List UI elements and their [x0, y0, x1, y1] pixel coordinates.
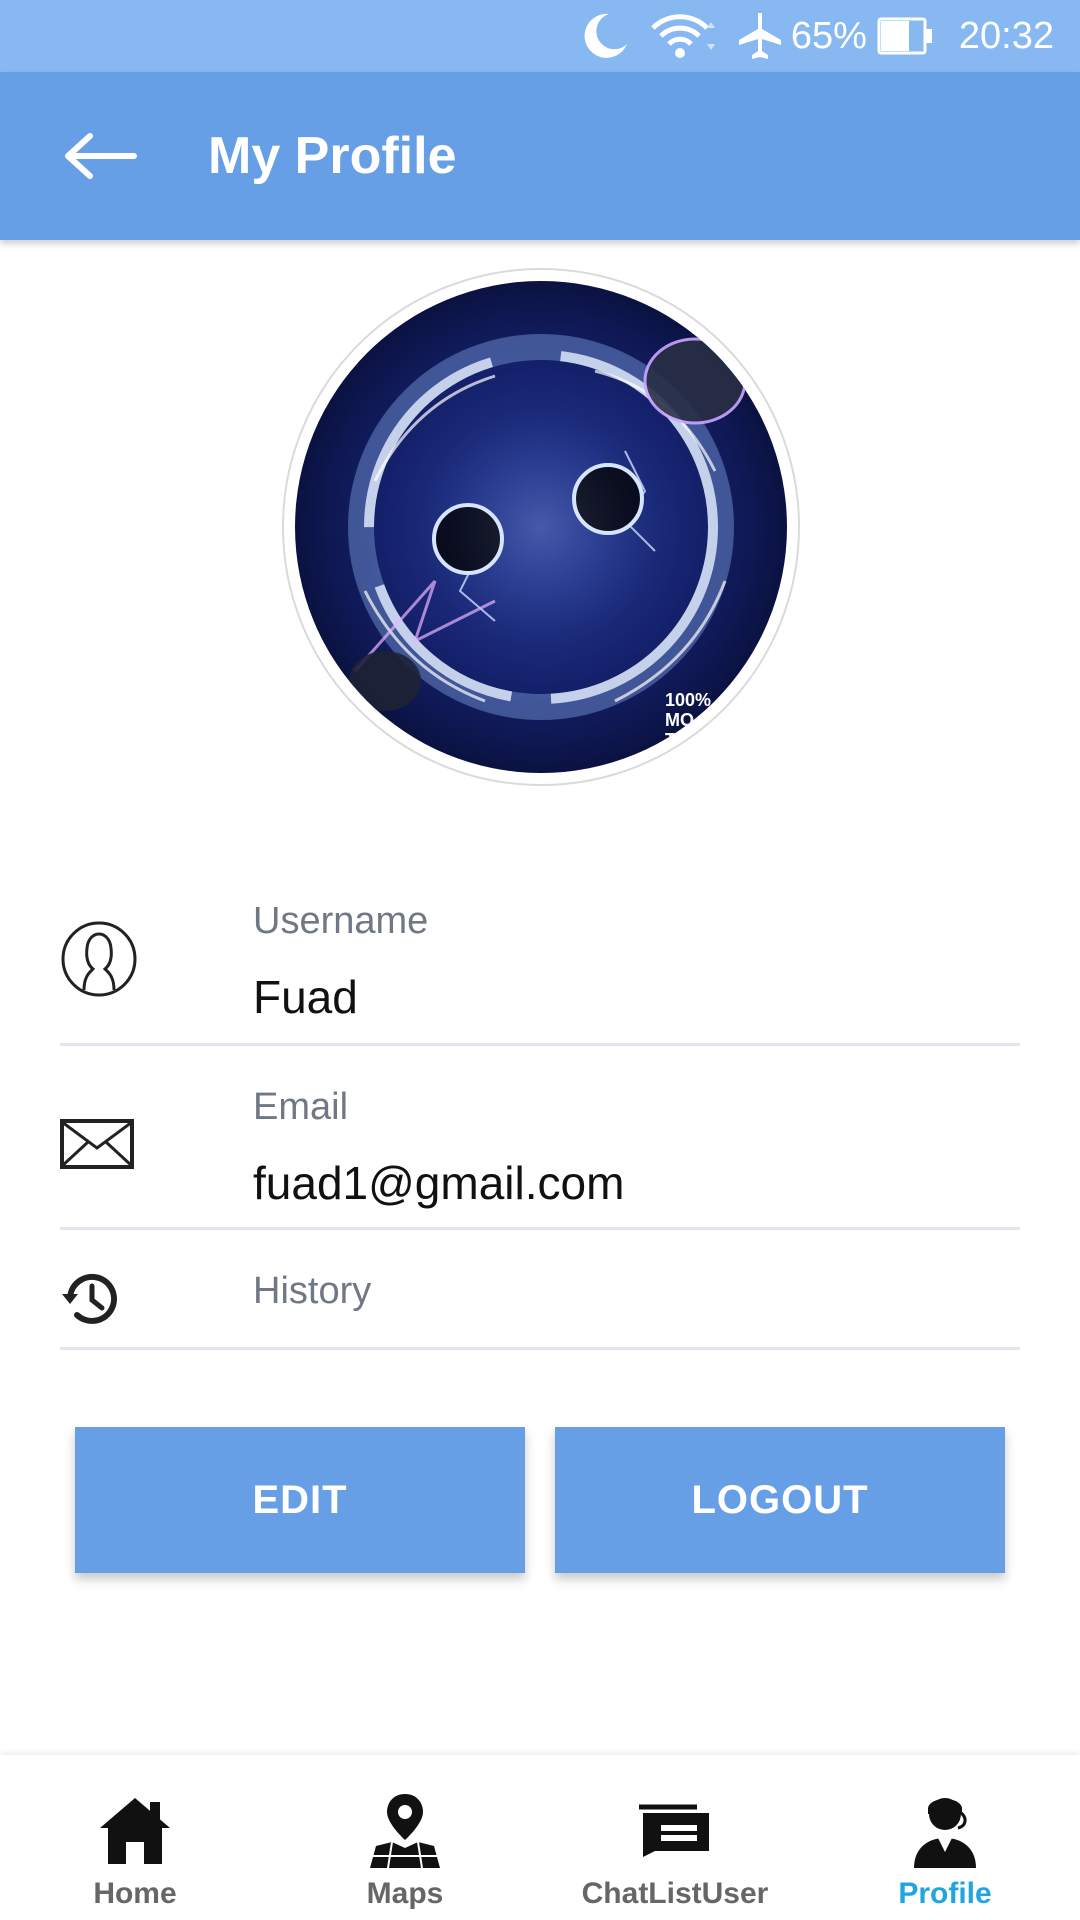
- home-icon: [96, 1791, 174, 1871]
- battery-percent: 65%: [790, 14, 867, 57]
- nav-maps[interactable]: Maps: [270, 1755, 540, 1920]
- history-label: History: [253, 1270, 372, 1312]
- history-item[interactable]: History: [60, 1250, 1020, 1350]
- avatar[interactable]: 100% MO TA: [282, 268, 800, 786]
- page-title: My Profile: [208, 127, 457, 185]
- status-bar: 65% 20:32: [0, 0, 1080, 72]
- email-field: Email fuad1@gmail.com: [60, 1066, 1020, 1230]
- nav-maps-label: Maps: [366, 1877, 444, 1910]
- clock: 20:32: [958, 14, 1054, 57]
- username-field: Username Fuad: [60, 880, 1020, 1046]
- svg-text:MO: MO: [665, 710, 694, 730]
- email-label: Email: [253, 1086, 349, 1128]
- user-agent-icon: [910, 1791, 980, 1871]
- username-value: Fuad: [253, 971, 358, 1023]
- battery-icon: [877, 16, 935, 56]
- bottom-nav: Home Maps ChatListUser Profile: [0, 1755, 1080, 1920]
- nav-profile-label: Profile: [898, 1877, 992, 1910]
- arrow-left-icon: [65, 133, 137, 179]
- airplane-icon: [737, 11, 783, 61]
- edit-button[interactable]: EDIT: [75, 1427, 525, 1573]
- nav-home-label: Home: [93, 1877, 177, 1910]
- nav-profile[interactable]: Profile: [810, 1755, 1080, 1920]
- back-button[interactable]: [50, 106, 150, 206]
- mail-icon: [60, 1118, 134, 1175]
- logout-button[interactable]: LOGOUT: [555, 1427, 1005, 1573]
- profile-picture: 100% MO TA: [295, 281, 787, 773]
- app-bar: My Profile: [0, 72, 1080, 240]
- wifi-icon: [649, 10, 719, 62]
- svg-text:100%: 100%: [665, 690, 711, 710]
- nav-home[interactable]: Home: [0, 1755, 270, 1920]
- chat-icon: [637, 1791, 713, 1871]
- user-icon: [60, 920, 138, 1003]
- history-icon: [60, 1268, 122, 1335]
- svg-text:TA: TA: [665, 730, 688, 750]
- nav-chatlistuser-label: ChatListUser: [581, 1877, 769, 1910]
- map-pin-icon: [366, 1791, 444, 1871]
- moon-icon: [579, 10, 631, 62]
- username-label: Username: [253, 900, 429, 942]
- email-value: fuad1@gmail.com: [253, 1157, 625, 1209]
- nav-chatlistuser[interactable]: ChatListUser: [540, 1755, 810, 1920]
